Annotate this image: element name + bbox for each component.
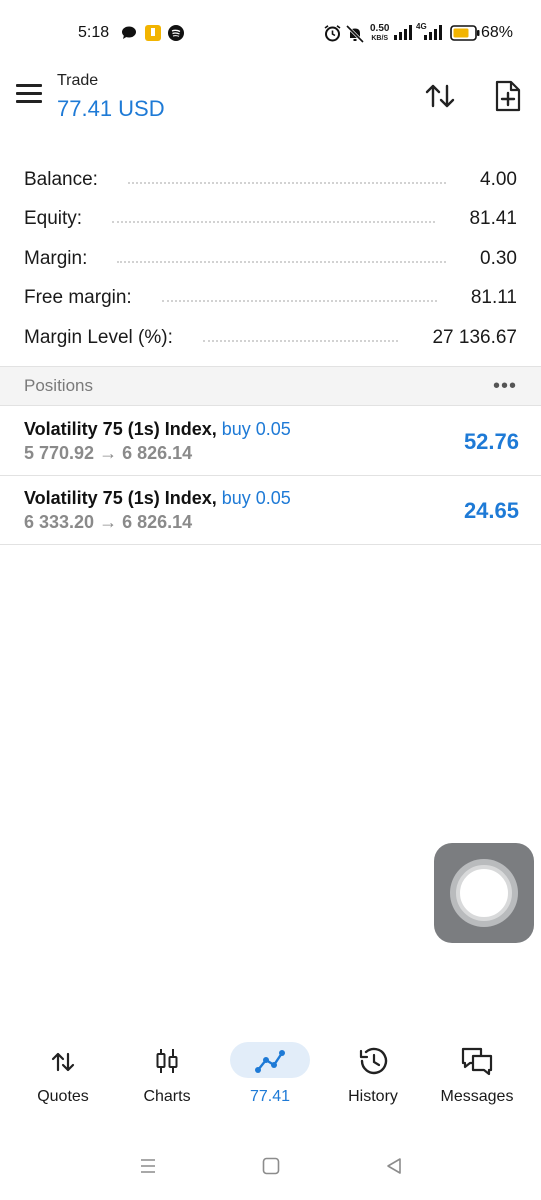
alarm-icon [324, 25, 341, 42]
messages-icon [461, 1047, 493, 1076]
position-profit: 24.65 [463, 498, 519, 523]
charts-icon [156, 1049, 178, 1073]
summary-label: Margin Level (%): [24, 326, 173, 348]
system-navigation-bar [0, 1148, 541, 1188]
summary-label: Margin: [24, 247, 88, 269]
nav-label: 77.41 [249, 1088, 291, 1105]
position-symbol: Volatility 75 (1s) Index, [24, 488, 217, 508]
spotify-icon [168, 25, 184, 41]
battery-percent: 68% [480, 24, 513, 41]
position-side: buy 0.05 [221, 488, 291, 508]
trade-icon [255, 1050, 285, 1073]
position-title: Volatility 75 (1s) Index, buy 0.05 [24, 419, 291, 440]
app-header: Trade 77.41 USD [0, 66, 541, 138]
summary-value: 81.41 [469, 208, 517, 230]
signal-icon [394, 25, 412, 40]
position-prices: 6 333.20 → 6 826.14 [24, 512, 193, 532]
menu-icon-bar [16, 100, 42, 103]
menu-icon-bar [16, 92, 42, 95]
dotted-leader [117, 260, 447, 263]
bottom-navigation: Quotes Charts 77.41 History Messages [0, 1038, 541, 1118]
position-profit: 52.76 [463, 429, 519, 454]
assistive-touch-button[interactable] [434, 843, 534, 943]
account-summary: Balance: 4.00 Equity: 81.41 Margin: 0.30… [0, 160, 541, 358]
position-symbol: Volatility 75 (1s) Index, [24, 419, 217, 439]
nav-quotes[interactable]: Quotes [13, 1038, 113, 1112]
notes-app-icon [145, 25, 161, 41]
account-amount: 77.41 USD [57, 96, 165, 121]
dotted-leader [161, 300, 437, 303]
more-options-icon[interactable]: ••• [493, 375, 517, 398]
summary-row-margin: Margin: 0.30 [0, 239, 541, 279]
dotted-leader [202, 339, 399, 342]
nav-label: Quotes [37, 1088, 89, 1105]
net-speed: 0.50 KB/S [370, 23, 390, 43]
summary-value: 81.11 [470, 287, 517, 309]
summary-row-free-margin: Free margin: 81.11 [0, 279, 541, 319]
summary-label: Free margin: [24, 287, 132, 309]
nav-label: Charts [143, 1088, 191, 1105]
menu-icon-bar [16, 84, 42, 87]
page-title: Trade [57, 72, 99, 89]
quotes-icon [51, 1052, 75, 1072]
sort-button[interactable] [422, 78, 458, 114]
battery-icon [450, 25, 480, 41]
status-time: 5:18 [78, 24, 110, 41]
nav-label: History [348, 1088, 398, 1105]
summary-label: Equity: [24, 208, 83, 230]
status-bar: 5:18 0.50 KB/S 4G 68% [0, 0, 541, 66]
recents-icon[interactable] [138, 1156, 158, 1176]
mute-icon [346, 25, 364, 43]
summary-row-balance: Balance: 4.00 [0, 160, 541, 200]
position-row[interactable]: Volatility 75 (1s) Index, buy 0.05 5 770… [0, 407, 541, 476]
positions-title: Positions [24, 376, 93, 395]
summary-value: 4.00 [480, 168, 517, 190]
position-prices: 5 770.92 → 6 826.14 [24, 443, 193, 463]
positions-section-header: Positions ••• [0, 366, 541, 406]
assistive-center [456, 865, 512, 921]
chat-icon [122, 26, 136, 39]
home-icon[interactable] [261, 1156, 281, 1176]
nav-charts[interactable]: Charts [117, 1038, 217, 1112]
new-order-icon [495, 80, 521, 112]
position-row[interactable]: Volatility 75 (1s) Index, buy 0.05 6 333… [0, 476, 541, 545]
summary-row-equity: Equity: 81.41 [0, 200, 541, 240]
sort-arrows-icon [425, 84, 455, 108]
nav-history[interactable]: History [323, 1038, 423, 1112]
summary-row-margin-level: Margin Level (%): 27 136.67 [0, 318, 541, 358]
back-icon[interactable] [384, 1156, 404, 1176]
nav-messages[interactable]: Messages [427, 1038, 527, 1112]
position-side: buy 0.05 [221, 419, 291, 439]
dotted-leader [127, 181, 447, 184]
history-icon [359, 1047, 388, 1075]
position-title: Volatility 75 (1s) Index, buy 0.05 [24, 488, 291, 509]
nav-trade[interactable]: 77.41 [220, 1038, 320, 1112]
new-order-button[interactable] [490, 78, 526, 114]
nav-label: Messages [440, 1088, 514, 1105]
dotted-leader [112, 221, 436, 224]
summary-value: 0.30 [480, 247, 517, 269]
summary-value: 27 136.67 [432, 326, 517, 348]
summary-label: Balance: [24, 168, 98, 190]
menu-button[interactable] [16, 84, 42, 106]
signal-icon-2 [424, 25, 442, 40]
